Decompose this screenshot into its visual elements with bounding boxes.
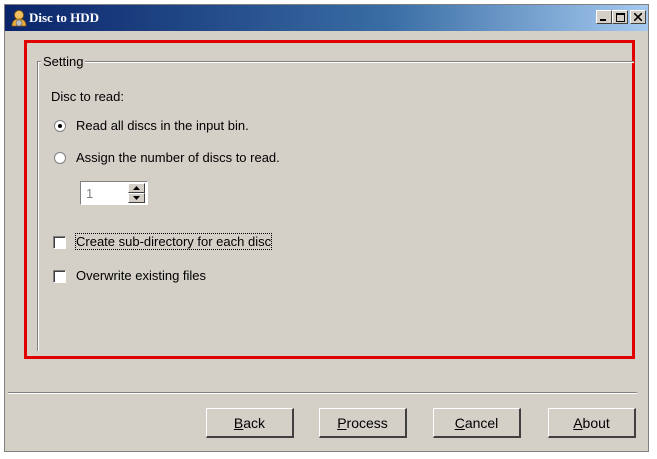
maximize-button[interactable] bbox=[612, 10, 628, 24]
radio-read-all-label[interactable]: Read all discs in the input bin. bbox=[76, 118, 249, 133]
button-separator bbox=[8, 392, 637, 394]
spinner-up-button[interactable] bbox=[128, 183, 145, 193]
subdir-checkbox-label[interactable]: Create sub-directory for each disc bbox=[74, 233, 273, 250]
process-button[interactable]: Process bbox=[319, 408, 407, 438]
arrow-down-icon bbox=[133, 196, 140, 200]
process-label: rocess bbox=[346, 414, 388, 431]
cancel-button[interactable]: Cancel bbox=[433, 408, 521, 438]
window-title: Disc to HDD bbox=[29, 10, 100, 25]
minimize-icon bbox=[600, 19, 606, 21]
minimize-button[interactable] bbox=[596, 10, 612, 24]
disc-count-spinner[interactable]: 1 bbox=[80, 181, 148, 205]
disc-count-value: 1 bbox=[86, 186, 94, 201]
title-bar[interactable]: Disc to HDD bbox=[5, 5, 648, 31]
back-mnemonic: B bbox=[233, 414, 244, 431]
arrow-up-icon bbox=[133, 186, 140, 190]
close-button[interactable] bbox=[630, 10, 646, 24]
close-icon bbox=[634, 13, 642, 21]
user-disc-icon bbox=[11, 10, 27, 27]
cancel-mnemonic: C bbox=[454, 414, 465, 431]
overwrite-checkbox-label[interactable]: Overwrite existing files bbox=[76, 268, 206, 283]
about-mnemonic: A bbox=[573, 414, 583, 431]
radio-read-all[interactable] bbox=[54, 120, 66, 132]
about-label: bout bbox=[582, 414, 610, 431]
maximize-icon bbox=[615, 12, 625, 22]
spinner-down-button[interactable] bbox=[128, 193, 145, 203]
disc-to-read-label: Disc to read: bbox=[51, 89, 124, 104]
process-mnemonic: P bbox=[337, 414, 347, 431]
subdir-checkbox[interactable] bbox=[53, 236, 66, 249]
back-button[interactable]: Back bbox=[206, 408, 294, 438]
radio-selected-dot bbox=[58, 124, 62, 128]
overwrite-checkbox[interactable] bbox=[53, 270, 66, 283]
group-label: Setting bbox=[41, 54, 86, 69]
radio-assign-number[interactable] bbox=[54, 152, 66, 164]
spinner-buttons bbox=[128, 183, 145, 203]
radio-assign-number-label[interactable]: Assign the number of discs to read. bbox=[76, 150, 280, 165]
back-label: ack bbox=[243, 414, 266, 431]
cancel-label: ancel bbox=[464, 414, 499, 431]
about-button[interactable]: About bbox=[548, 408, 636, 438]
setting-group bbox=[37, 61, 634, 351]
